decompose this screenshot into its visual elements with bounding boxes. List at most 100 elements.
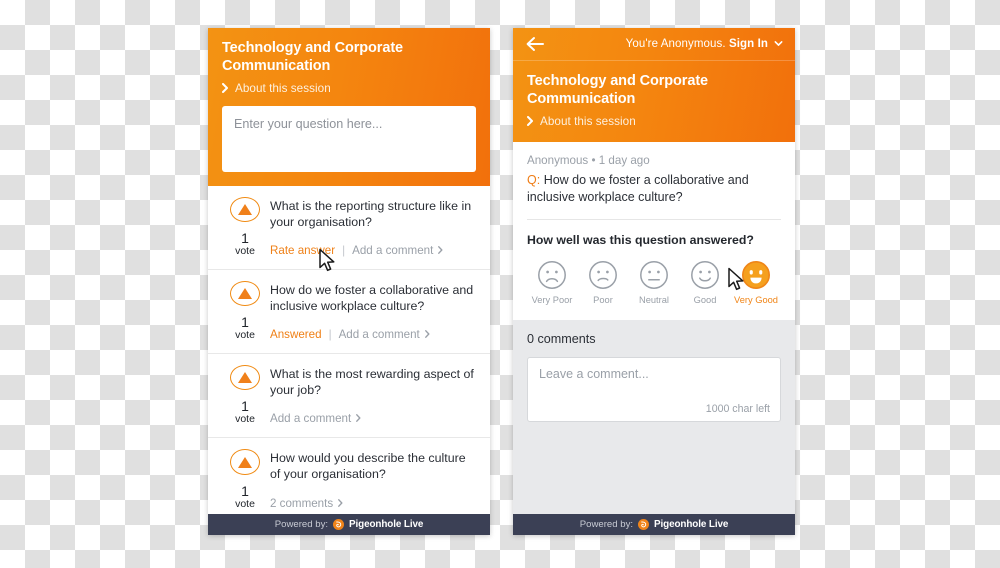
question-prefix: Q:	[527, 172, 541, 187]
vote-label: vote	[235, 413, 255, 426]
vote-label: vote	[235, 329, 255, 342]
upvote-button[interactable]	[230, 448, 260, 476]
anonymous-label: You're Anonymous.	[625, 38, 726, 50]
question-text: What is the reporting structure like in …	[270, 198, 472, 230]
vote-count: 1	[241, 398, 249, 415]
rating-label: Very Poor	[531, 294, 573, 305]
question-meta: Anonymous • 1 day ago	[527, 154, 781, 167]
table-row[interactable]: 1 vote What is the reporting structure l…	[208, 186, 490, 270]
question-list: 1 vote What is the reporting structure l…	[208, 185, 490, 514]
rate-answer-link[interactable]: Rate answer	[270, 244, 335, 257]
answered-status[interactable]: Answered	[270, 328, 322, 341]
rating-label: Good	[693, 294, 717, 305]
face-poor-icon	[589, 260, 617, 289]
meta-dot: •	[591, 153, 596, 167]
pigeonhole-logo-icon	[638, 519, 650, 530]
comments-section: 0 comments Leave a comment... 1000 char …	[513, 319, 795, 514]
signin-label[interactable]: Sign In	[729, 38, 768, 50]
chevron-right-icon	[424, 330, 430, 339]
chevron-right-icon	[527, 116, 533, 127]
comment-count: 0 comments	[527, 331, 596, 346]
about-this-session-label: About this session	[235, 81, 331, 95]
session-header-body: Technology and Corporate Communication A…	[513, 61, 795, 142]
add-comment-link[interactable]: Add a comment	[352, 244, 433, 257]
chevron-right-icon	[438, 246, 443, 255]
question-body: Q: How do we foster a collaborative and …	[527, 172, 781, 219]
vote-column: 1 vote	[220, 364, 270, 427]
session-header-left: Technology and Corporate Communication A…	[208, 28, 490, 186]
vote-column: 1 vote	[220, 196, 270, 259]
footer-left: Powered by: Pigeonhole Live	[208, 514, 490, 535]
rating-label: Neutral	[639, 294, 669, 305]
rating-label: Poor	[593, 294, 613, 305]
question-actions: 2 comments	[270, 497, 478, 512]
question-text: How would you describe the culture of yo…	[270, 450, 466, 482]
question-text: What is the most rewarding aspect of you…	[270, 366, 474, 398]
question-text: How do we foster a collaborative and inc…	[527, 172, 749, 204]
question-timestamp: 1 day ago	[598, 153, 650, 167]
powered-by-label: Powered by:	[274, 519, 329, 530]
question-actions: Answered | Add a comment	[270, 328, 478, 343]
chevron-right-icon	[356, 414, 361, 423]
vote-count: 1	[241, 483, 249, 500]
chevron-right-icon	[338, 499, 343, 508]
action-separator: |	[328, 327, 332, 341]
chevron-down-icon[interactable]	[774, 39, 783, 48]
upvote-button[interactable]	[230, 280, 260, 307]
add-comment-link[interactable]: Add a comment	[270, 412, 351, 425]
chevron-right-icon	[222, 83, 228, 94]
question-actions: Rate answer | Add a comment	[270, 244, 478, 259]
rating-title: How well was this question answered?	[527, 232, 754, 247]
comments-link[interactable]: 2 comments	[270, 497, 333, 510]
question-author: Anonymous	[527, 153, 589, 167]
question-actions: Add a comment	[270, 412, 478, 427]
table-row[interactable]: 1 vote How do we foster a collaborative …	[208, 270, 490, 354]
rating-option-good[interactable]: Good	[682, 260, 728, 305]
footer-right: Powered by: Pigeonhole Live	[513, 514, 795, 535]
rating-option-very-poor[interactable]: Very Poor	[529, 260, 575, 305]
signin-control[interactable]: You're Anonymous. Sign In	[626, 38, 783, 50]
question-content: How would you describe the culture of yo…	[270, 449, 478, 512]
upvote-button[interactable]	[230, 196, 260, 223]
question-list-panel: Technology and Corporate Communication A…	[208, 28, 490, 535]
session-header-body: Technology and Corporate Communication A…	[208, 28, 490, 186]
question-text: How do we foster a collaborative and inc…	[270, 282, 474, 314]
back-arrow-icon[interactable]	[525, 36, 545, 52]
session-title: Technology and Corporate Communication	[527, 73, 709, 107]
rating-option-poor[interactable]: Poor	[580, 260, 626, 305]
table-row[interactable]: 1 vote How would you describe the cultur…	[208, 438, 490, 514]
table-row[interactable]: 1 vote What is the most rewarding aspect…	[208, 354, 490, 438]
about-this-session-link[interactable]: About this session	[222, 82, 476, 95]
about-this-session-link[interactable]: About this session	[527, 115, 781, 128]
session-header-right: You're Anonymous. Sign In Technology and…	[513, 28, 795, 142]
question-content: What is the reporting structure like in …	[270, 197, 478, 259]
triangle-up-icon	[238, 288, 252, 300]
action-separator: |	[342, 243, 346, 257]
vote-label: vote	[235, 498, 255, 511]
rating-options: Very Poor Poor Neutral Good Very Good	[527, 260, 781, 305]
session-title: Technology and Corporate Communication	[222, 40, 404, 74]
rating-option-neutral[interactable]: Neutral	[631, 260, 677, 305]
triangle-up-icon	[238, 372, 252, 384]
powered-by-label: Powered by:	[579, 519, 634, 530]
rating-label: Very Good	[734, 294, 778, 305]
question-detail: Anonymous • 1 day ago Q: How do we foste…	[513, 141, 795, 220]
brand-name: Pigeonhole Live	[349, 519, 424, 530]
rating-block: How well was this question answered? Ver…	[513, 219, 795, 320]
add-comment-link[interactable]: Add a comment	[339, 328, 420, 341]
face-neutral-icon	[640, 260, 668, 289]
question-content: How do we foster a collaborative and inc…	[270, 281, 478, 343]
question-content: What is the most rewarding aspect of you…	[270, 365, 478, 427]
vote-count: 1	[241, 230, 249, 247]
face-good-icon	[691, 260, 719, 289]
vote-label: vote	[235, 245, 255, 258]
rating-option-very-good[interactable]: Very Good	[733, 260, 779, 305]
ask-question-input[interactable]: Enter your question here...	[222, 105, 476, 172]
char-counter: 1000 char left	[705, 402, 770, 415]
upvote-button[interactable]	[230, 364, 260, 391]
comment-placeholder: Leave a comment...	[539, 366, 649, 381]
about-this-session-label: About this session	[540, 114, 636, 128]
face-very-good-icon	[742, 260, 770, 289]
comment-input[interactable]: Leave a comment... 1000 char left	[527, 356, 781, 422]
signin-bar: You're Anonymous. Sign In	[513, 28, 795, 61]
